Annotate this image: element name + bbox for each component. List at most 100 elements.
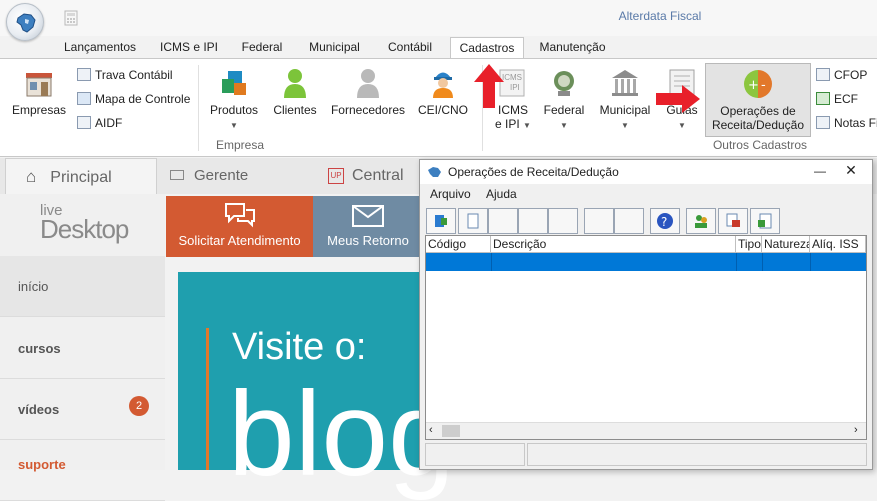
municipal-button[interactable]: Municipal ▼	[596, 67, 654, 133]
table-row[interactable]	[426, 253, 866, 271]
tab-cadastros[interactable]: Cadastros	[450, 37, 524, 60]
column-header-descricao[interactable]: Descrição	[491, 236, 736, 253]
tab-municipal[interactable]: Municipal	[297, 37, 372, 58]
row-divider	[810, 253, 811, 271]
toolbar-button-4[interactable]	[518, 208, 548, 234]
toolbar-exit-button[interactable]	[426, 208, 456, 234]
people-icon	[77, 68, 91, 81]
new-document-icon	[467, 213, 479, 229]
chevron-down-icon: ▼	[678, 121, 686, 130]
operations-grid[interactable]: Código Descrição Tipo Natureza Alíq. ISS…	[425, 235, 867, 440]
person-gray-icon	[352, 67, 384, 99]
tab-federal[interactable]: Federal	[232, 37, 292, 58]
blog-banner[interactable]: Visite o: blog	[178, 272, 455, 494]
horizontal-scrollbar[interactable]: ‹ ›	[426, 422, 866, 439]
tab-principal[interactable]: ⌂ Principal	[5, 158, 157, 194]
column-header-aliq-iss[interactable]: Alíq. ISS	[810, 236, 866, 253]
operacoes-receita-deducao-button[interactable]: + - Operações de Receita/Dedução	[705, 63, 811, 137]
meus-retornos-tile[interactable]: Meus Retorno	[313, 196, 423, 257]
cfop-icon	[816, 68, 830, 81]
scroll-left-icon[interactable]: ‹	[429, 424, 433, 436]
worker-helmet-icon	[427, 67, 459, 99]
toolbar-button-3[interactable]	[488, 208, 518, 234]
municipal-label: Municipal	[599, 103, 651, 117]
trava-contabil-label: Trava Contábil	[95, 68, 173, 82]
fornecedores-button[interactable]: Fornecedores	[328, 67, 408, 117]
brazil-map-icon	[16, 13, 36, 33]
federal-button[interactable]: Federal ▼	[538, 67, 590, 133]
toolbar-button-9[interactable]	[686, 208, 716, 234]
ipi-label: e IPI	[495, 117, 520, 131]
cfop-button[interactable]: CFOP	[816, 67, 867, 83]
svg-text:?: ?	[661, 215, 667, 229]
banner-text: Visite o:	[232, 326, 367, 368]
toolbar-new-button[interactable]	[458, 208, 488, 234]
aidf-label: AIDF	[95, 116, 123, 130]
envelope-icon	[352, 205, 384, 227]
fornecedores-label: Fornecedores	[330, 103, 406, 117]
red-arrow-up-icon	[474, 64, 504, 108]
building-icon	[23, 67, 55, 99]
tab-contabil[interactable]: Contábil	[377, 37, 443, 58]
svg-text:-: -	[761, 78, 766, 93]
desktop-logo: Desktop	[40, 214, 129, 244]
tab-manutencao[interactable]: Manutenção	[530, 37, 615, 58]
column-header-natureza[interactable]: Natureza	[762, 236, 810, 253]
tab-central[interactable]: UPCentral Pac	[328, 158, 423, 220]
dialog-title-bar: Operações de Receita/Dedução — ✕	[420, 160, 872, 184]
menu-ajuda[interactable]: Ajuda	[486, 187, 517, 201]
chevron-down-icon: ▼	[560, 121, 568, 130]
document-icon	[77, 116, 91, 129]
dialog-menu-bar: Arquivo Ajuda	[420, 184, 872, 204]
toolbar-help-button[interactable]: ?	[650, 208, 680, 234]
cei-cno-button[interactable]: CEI/CNO	[414, 67, 472, 117]
plus-minus-circle-icon: + -	[742, 68, 774, 100]
close-icon[interactable]: ✕	[844, 162, 858, 179]
solicitar-atendimento-tile[interactable]: Solicitar Atendimento	[166, 196, 313, 257]
tab-lancamentos[interactable]: Lançamentos	[55, 37, 145, 58]
scroll-right-icon[interactable]: ›	[854, 424, 858, 436]
menu-arquivo[interactable]: Arquivo	[430, 187, 471, 201]
operacoes-dialog: Operações de Receita/Dedução — ✕ Arquivo…	[419, 159, 873, 470]
ribbon-tab-bar: Lançamentos ICMS e IPI Federal Municipal…	[0, 36, 877, 60]
notas-fiscais-button[interactable]: Notas Fi	[816, 115, 877, 131]
clientes-button[interactable]: Clientes	[268, 67, 322, 117]
chevron-down-icon: ▼	[523, 121, 531, 130]
produtos-button[interactable]: Produtos ▼	[205, 67, 263, 133]
group-outros-cadastros: Outros Cadastros	[712, 138, 808, 152]
banner-accent-bar	[206, 328, 209, 470]
toolbar-button-5[interactable]	[548, 208, 578, 234]
sidebar-item-suporte[interactable]: suporte	[0, 440, 165, 501]
operacoes-label-2: Receita/Dedução	[711, 118, 805, 132]
aidf-button[interactable]: AIDF	[77, 115, 122, 131]
toolbar-button-11[interactable]	[750, 208, 780, 234]
trava-contabil-button[interactable]: Trava Contábil	[77, 67, 173, 83]
dialog-title: Operações de Receita/Dedução	[448, 165, 619, 179]
column-header-codigo[interactable]: Código	[426, 236, 491, 253]
toolbar-button-6[interactable]	[584, 208, 614, 234]
red-arrow-right-icon	[656, 85, 700, 113]
federal-seal-icon	[548, 67, 580, 99]
minimize-icon[interactable]: —	[813, 164, 827, 178]
scroll-thumb[interactable]	[442, 425, 460, 437]
mapa-controle-button[interactable]: Mapa de Controle	[77, 91, 190, 107]
tab-gerente-eletronico[interactable]: Gerente Eletrônico	[170, 158, 310, 220]
sidebar-item-cursos[interactable]: cursos	[0, 318, 165, 379]
calculator-icon[interactable]	[63, 10, 79, 26]
status-panel-1	[425, 443, 525, 466]
export-icon	[758, 213, 772, 229]
videos-count-badge: 2	[129, 396, 149, 416]
toolbar-button-7[interactable]	[614, 208, 644, 234]
notas-fiscais-label: Notas Fi	[834, 116, 877, 130]
nf-icon	[816, 116, 830, 129]
column-header-tipo[interactable]: Tipo	[736, 236, 762, 253]
tab-icms-ipi[interactable]: ICMS e IPI	[150, 37, 228, 58]
toolbar-button-10[interactable]	[718, 208, 748, 234]
empresas-button[interactable]: Empresas	[10, 67, 68, 117]
users-icon	[695, 215, 707, 228]
mapa-controle-label: Mapa de Controle	[95, 92, 191, 106]
products-icon	[218, 67, 250, 99]
chevron-down-icon: ▼	[621, 121, 629, 130]
ecf-button[interactable]: ECF	[816, 91, 858, 107]
sidebar-item-inicio[interactable]: início	[0, 256, 165, 317]
